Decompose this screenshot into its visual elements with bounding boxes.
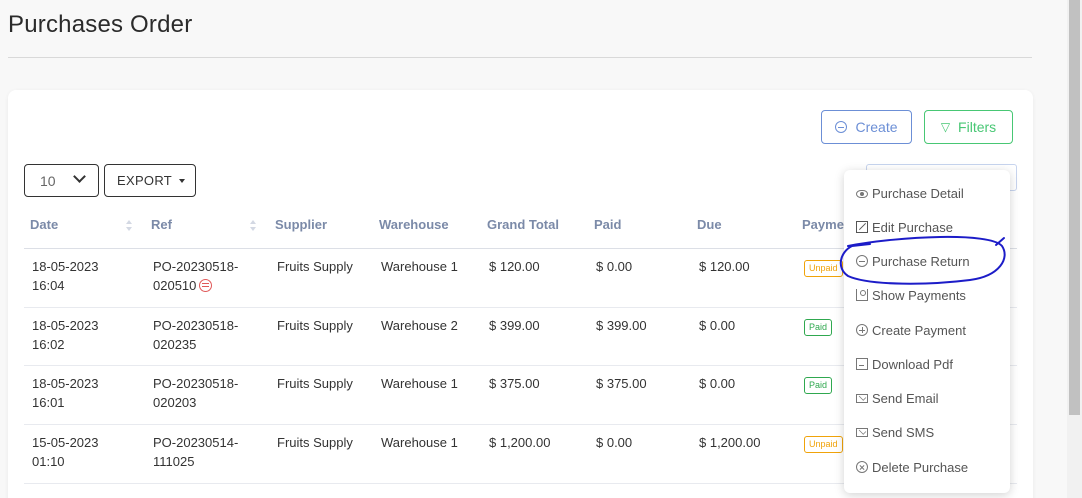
mail-icon (856, 394, 868, 403)
cell-date: 18-05-2023 16:04 (32, 259, 99, 293)
col-header-warehouse[interactable]: Warehouse (379, 217, 449, 232)
menu-item-label: Edit Purchase (872, 219, 953, 235)
cell-supplier: Fruits Supply (277, 318, 353, 333)
caret-down-icon (179, 179, 185, 183)
cell-paid: $ 0.00 (596, 435, 633, 450)
cell-grand-total: $ 1,200.00 (489, 435, 551, 450)
col-header-payment-status[interactable]: Payme (802, 217, 844, 232)
menu-item-download-pdf[interactable]: Download Pdf (856, 354, 953, 374)
page-scrollbar[interactable] (1067, 0, 1082, 498)
menu-item-purchase-return[interactable]: Purchase Return (856, 251, 970, 271)
cell-date: 15-05-2023 01:10 (32, 435, 99, 469)
edit-icon (856, 221, 868, 233)
title-divider (8, 57, 1032, 58)
menu-item-label: Create Payment (872, 322, 966, 338)
menu-item-create-payment[interactable]: Create Payment (856, 320, 966, 340)
cell-due: $ 1,200.00 (699, 435, 761, 450)
cell-due: $ 0.00 (699, 376, 736, 391)
menu-item-label: Download Pdf (872, 356, 953, 372)
col-header-date[interactable]: Date (30, 217, 58, 232)
plus-circle-icon (835, 121, 848, 133)
chevron-down-icon (73, 170, 86, 183)
col-header-due[interactable]: Due (697, 217, 722, 232)
menu-item-label: Delete Purchase (872, 459, 969, 475)
cell-due: $ 120.00 (699, 259, 750, 274)
filters-button[interactable]: ▽ Filters (924, 110, 1013, 144)
menu-item-purchase-detail[interactable]: Purchase Detail (856, 183, 964, 203)
cell-warehouse: Warehouse 1 (381, 435, 458, 450)
menu-item-show-payments[interactable]: Show Payments (856, 285, 966, 305)
status-badge: Unpaid (804, 260, 843, 277)
cell-ref: PO-20230514- 111025 (153, 435, 239, 469)
cell-date: 18-05-2023 16:01 (32, 376, 99, 410)
cell-warehouse: Warehouse 2 (381, 318, 458, 333)
menu-item-label: Purchase Detail (872, 185, 964, 201)
create-label: Create (855, 119, 898, 135)
sms-icon (856, 428, 868, 437)
col-header-ref[interactable]: Ref (151, 217, 172, 232)
menu-item-label: Show Payments (872, 287, 966, 303)
row-actions-menu: Purchase Detail Edit Purchase Purchase R… (844, 170, 1010, 493)
cell-supplier: Fruits Supply (277, 376, 353, 391)
menu-item-label: Purchase Return (872, 253, 970, 269)
plus-circle-icon (856, 324, 868, 336)
cell-ref: PO-20230518- 020510 (153, 259, 239, 293)
status-badge: Paid (804, 377, 833, 394)
menu-item-delete-purchase[interactable]: Delete Purchase (856, 457, 968, 477)
cell-paid: $ 375.00 (596, 376, 647, 391)
page-size-select[interactable]: 10 (24, 164, 99, 197)
filter-icon: ▽ (940, 120, 951, 134)
eye-icon (856, 189, 868, 198)
create-button[interactable]: Create (821, 110, 912, 144)
cell-grand-total: $ 399.00 (489, 318, 540, 333)
menu-item-label: Send SMS (872, 424, 935, 440)
cell-date: 18-05-2023 16:02 (32, 318, 99, 352)
col-header-supplier[interactable]: Supplier (275, 217, 327, 232)
cell-paid: $ 399.00 (596, 318, 647, 333)
page-title: Purchases Order (8, 11, 193, 38)
filters-label: Filters (958, 119, 997, 135)
cell-supplier: Fruits Supply (277, 435, 353, 450)
cell-paid: $ 0.00 (596, 259, 633, 274)
status-badge: Unpaid (804, 436, 843, 453)
sort-icon[interactable] (125, 220, 133, 234)
delete-icon (856, 461, 868, 473)
cell-grand-total: $ 375.00 (489, 376, 540, 391)
return-icon (199, 279, 213, 292)
col-header-grand-total[interactable]: Grand Total (487, 217, 559, 232)
menu-item-send-sms[interactable]: Send SMS (856, 422, 934, 442)
menu-item-edit-purchase[interactable]: Edit Purchase (856, 217, 953, 237)
cell-warehouse: Warehouse 1 (381, 376, 458, 391)
scrollbar-thumb[interactable] (1069, 0, 1080, 415)
status-badge: Paid (804, 319, 833, 336)
menu-item-send-email[interactable]: Send Email (856, 388, 938, 408)
export-button[interactable]: EXPORT (104, 164, 196, 197)
export-label: EXPORT (117, 173, 173, 188)
cell-grand-total: $ 120.00 (489, 259, 540, 274)
menu-item-label: Send Email (872, 390, 939, 406)
cell-supplier: Fruits Supply (277, 259, 353, 274)
cell-warehouse: Warehouse 1 (381, 259, 458, 274)
return-icon (856, 255, 868, 267)
cell-ref: PO-20230518- 020203 (153, 376, 239, 410)
file-pdf-icon (856, 358, 868, 370)
cell-due: $ 0.00 (699, 318, 736, 333)
col-header-paid[interactable]: Paid (594, 217, 621, 232)
cell-ref: PO-20230518- 020235 (153, 318, 239, 352)
sort-icon[interactable] (249, 220, 257, 234)
payments-icon (856, 289, 868, 301)
page-size-value: 10 (40, 172, 56, 189)
